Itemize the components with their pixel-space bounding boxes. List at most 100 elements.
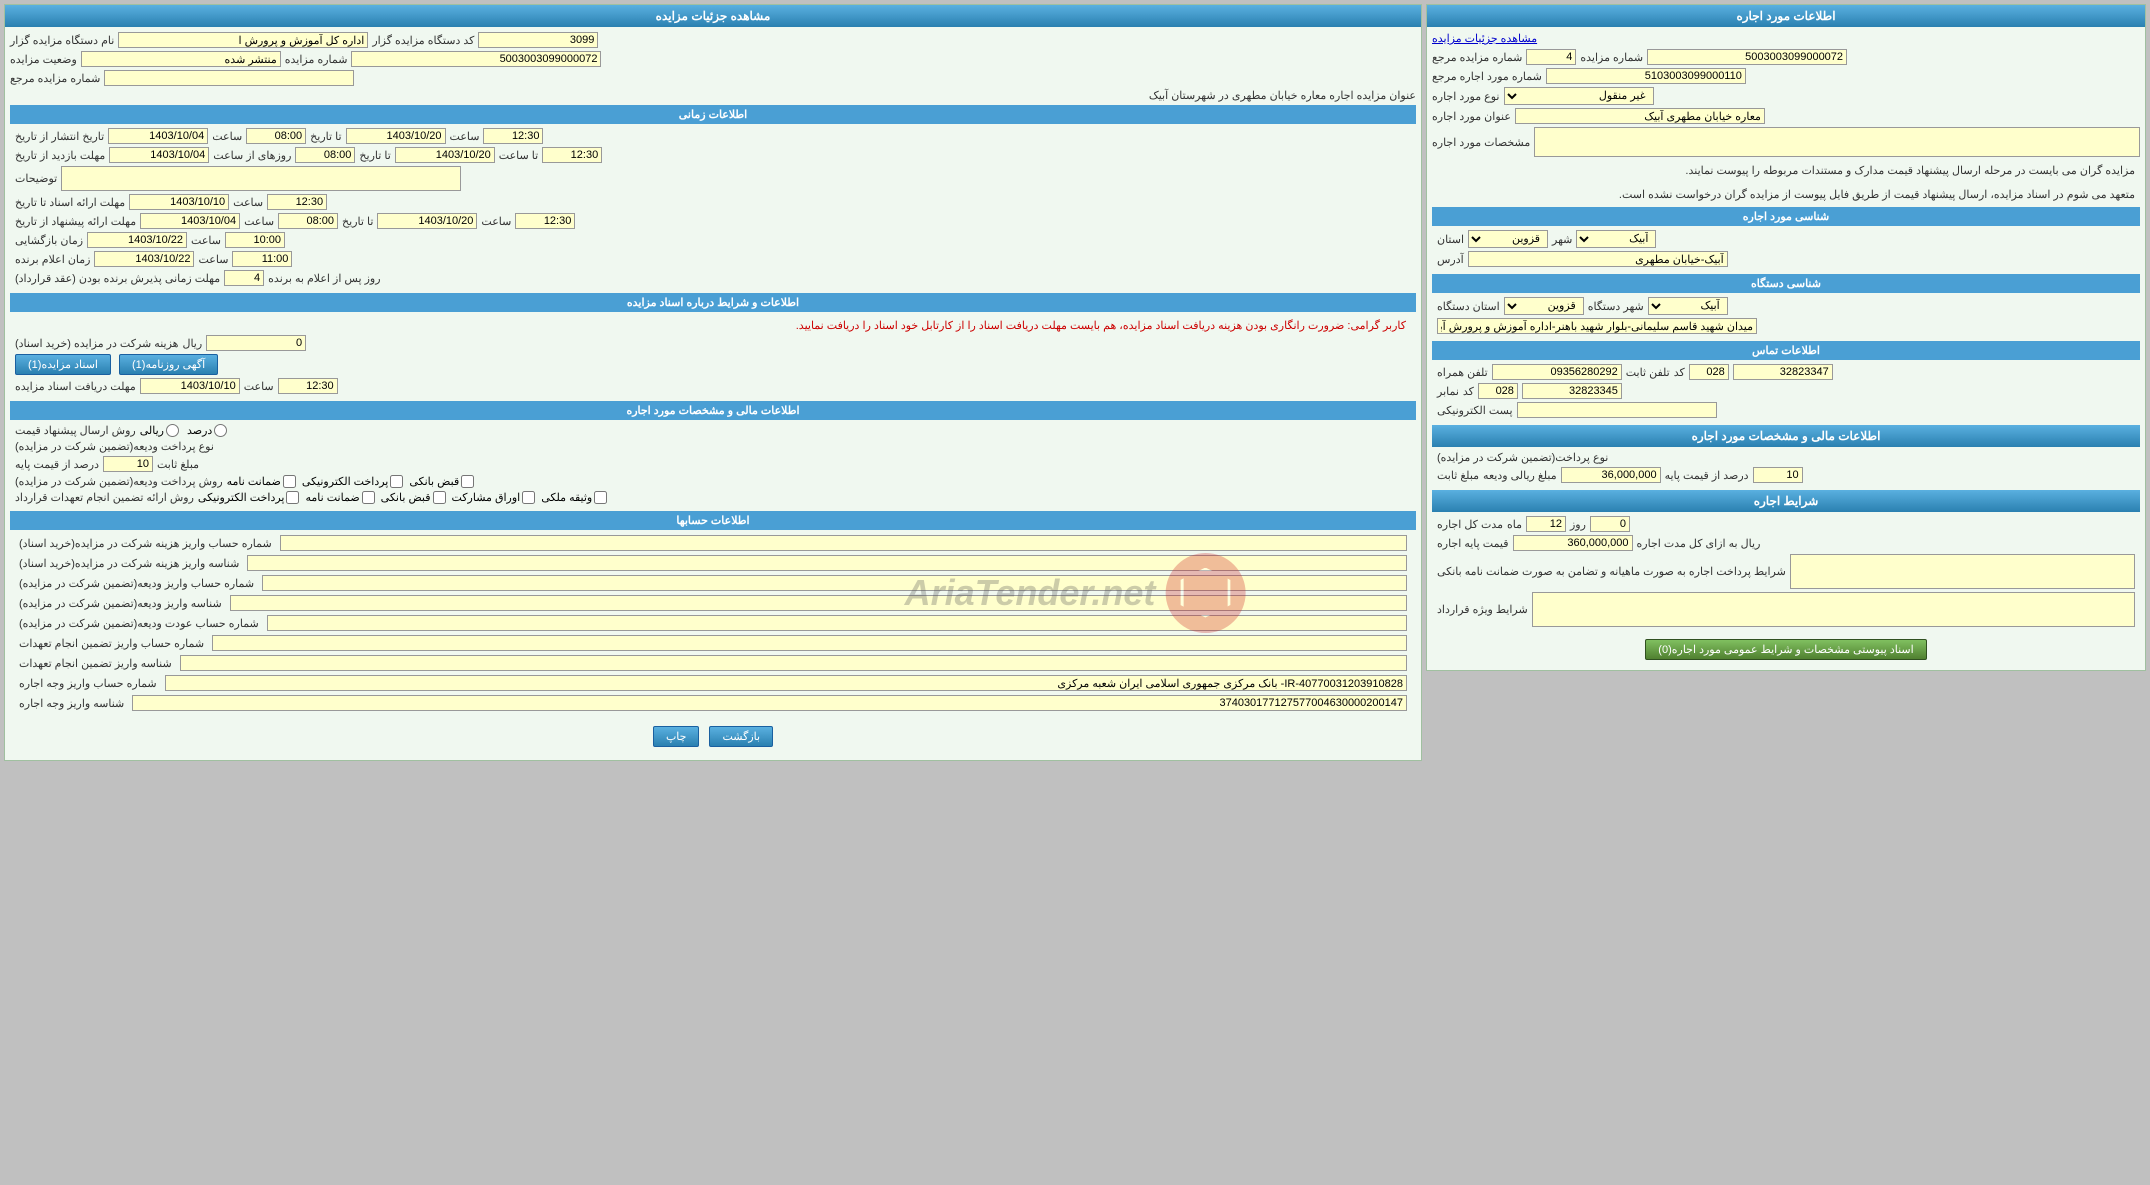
bank-check-label[interactable]: قبض بانکی [409,475,474,488]
fax-code-input[interactable] [1478,383,1518,399]
doc-deadline-date-input[interactable] [129,194,229,210]
auction-number-right-input[interactable] [351,51,601,67]
electronic2-check-label[interactable]: پرداخت الکترونیکی [198,491,300,504]
property-check-label[interactable]: وثیقه ملکی [541,491,607,504]
specs-textarea[interactable] [1534,127,2140,157]
pub-time-from-input[interactable] [246,128,306,144]
back-button[interactable]: بازگشت [709,726,773,747]
auction-status-input[interactable] [81,51,281,67]
guarantee2-check[interactable] [362,491,375,504]
doc-fee-input[interactable] [206,335,306,351]
percent-radio-label[interactable]: درصد [187,424,227,437]
province-select[interactable]: قزوین [1468,230,1548,248]
mobile-label: تلفن همراه [1437,366,1488,379]
auction-details-header: مشاهده جزئیات مزایده [5,5,1421,27]
device-province-select[interactable]: قزوین [1504,297,1584,315]
fixed-amount2-label: مبلغ ثابت [157,458,199,471]
device-address-input[interactable] [1437,318,1757,334]
duration-row: روز ماه مدت کل اجاره [1437,516,2135,532]
riyal-radio-label[interactable]: ریالی [140,424,179,437]
payment-method-row: قبض بانکی پرداخت الکترونیکی ضمانت نامه [15,475,1411,488]
acc8-input[interactable] [165,675,1407,691]
contract-days-input[interactable] [224,270,264,286]
duration-months-input[interactable] [1526,516,1566,532]
desc-textarea[interactable] [61,166,461,191]
pub-date-from-input[interactable] [108,128,208,144]
pub-time-to-input[interactable] [483,128,543,144]
auction-doc-button[interactable]: اسناد مزایده(1) [15,354,111,375]
pub-date-to-input[interactable] [346,128,446,144]
property-id-content: آبیک شهر قزوین استان آدرس [1432,226,2140,274]
mobile-input[interactable] [1492,364,1622,380]
lease-ref-input[interactable] [1546,68,1746,84]
acc5-input[interactable] [267,615,1407,631]
percent-radio[interactable] [214,424,227,437]
specs-text2: متعهد می شوم در اسناد مزایده، ارسال پیشن… [1432,184,2140,208]
visit-date-to-input[interactable] [395,147,495,163]
doc-deadline2-date-input[interactable] [140,378,240,394]
shares-check-label[interactable]: اوراق مشارکت [452,491,536,504]
riyal-radio[interactable] [166,424,179,437]
phone-input[interactable] [1733,364,1833,380]
address-input[interactable] [1468,251,1728,267]
visit-time-to-input[interactable] [542,147,602,163]
base-rent-label: قیمت پایه اجاره [1437,537,1509,550]
special-conditions-textarea[interactable] [1532,592,2135,627]
offer-time-from-input[interactable] [278,213,338,229]
electronic2-check[interactable] [286,491,299,504]
auction-ref-input[interactable] [1526,49,1576,65]
doc-deadline2-time-input[interactable] [278,378,338,394]
fax-input[interactable] [1522,383,1622,399]
acc9-input[interactable] [132,695,1407,711]
offer-date-to-input[interactable] [377,213,477,229]
docs-button[interactable]: اسناد پیوستی مشخصات و شرایط عمومی مورد ا… [1645,639,1926,660]
acc1-input[interactable] [280,535,1407,551]
auction-org-input[interactable] [118,32,368,48]
auction-number-input[interactable] [1647,49,1847,65]
winner-time-input[interactable] [232,251,292,267]
auction-code-input[interactable] [478,32,598,48]
send-method-row: درصد ریالی روش ارسال پیشنهاد قیمت [15,424,1411,437]
device-city-select[interactable]: آبیک [1648,297,1728,315]
electronic-check-label[interactable]: پرداخت الکترونیکی [302,475,404,488]
base-price-percent-input[interactable] [1753,467,1803,483]
pub-time-from-label: ساعت [212,130,242,143]
riyal-value-input[interactable] [1561,467,1661,483]
acc7-input[interactable] [180,655,1407,671]
bank-check[interactable] [461,475,474,488]
offer-time-to-input[interactable] [515,213,575,229]
opening-date-input[interactable] [87,232,187,248]
guarantee2-check-label[interactable]: ضمانت نامه [305,491,374,504]
winner-date-input[interactable] [94,251,194,267]
payment-method-checkboxes: قبض بانکی پرداخت الکترونیکی ضمانت نامه [227,475,475,488]
duration-days-input[interactable] [1590,516,1630,532]
bank2-check-label[interactable]: قبض بانکی [381,491,446,504]
visit-date-from-input[interactable] [109,147,209,163]
acc2-input[interactable] [247,555,1407,571]
shares-check[interactable] [522,491,535,504]
property-check[interactable] [594,491,607,504]
visit-time-from-input[interactable] [295,147,355,163]
phone-code-input[interactable] [1689,364,1729,380]
view-details-link[interactable]: مشاهده جزئیات مزایده [1432,32,1537,45]
email-input[interactable] [1517,402,1717,418]
guarantee-check[interactable] [283,475,296,488]
auction-ref-right-input[interactable] [104,70,354,86]
opening-time-input[interactable] [225,232,285,248]
lease-type-select[interactable]: غیر منقول [1504,87,1654,105]
acc4-input[interactable] [230,595,1407,611]
electronic-check[interactable] [390,475,403,488]
acc3-input[interactable] [262,575,1407,591]
doc-deadline-time-input[interactable] [267,194,327,210]
base-rent-input[interactable] [1513,535,1633,551]
lease-address-input[interactable] [1515,108,1765,124]
city-select[interactable]: آبیک [1576,230,1656,248]
ad-doc-button[interactable]: آگهی روزنامه(1) [119,354,218,375]
print-button[interactable]: چاپ [653,726,700,747]
guarantee-check-label[interactable]: ضمانت نامه [227,475,296,488]
payment-conditions-textarea[interactable] [1790,554,2135,589]
offer-date-from-input[interactable] [140,213,240,229]
base-price2-input[interactable] [103,456,153,472]
acc6-input[interactable] [212,635,1407,651]
bank2-check[interactable] [433,491,446,504]
